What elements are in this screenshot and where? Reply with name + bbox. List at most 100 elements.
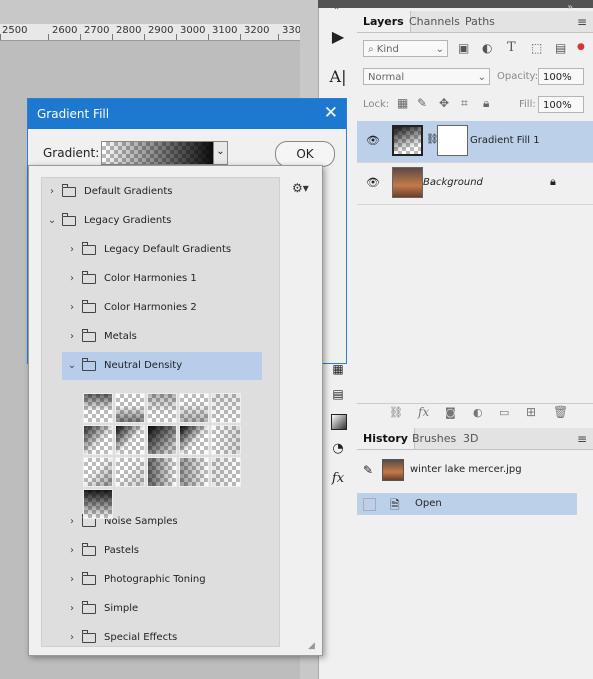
type-filter-icon[interactable]: T: [507, 40, 516, 55]
panel-menu-icon[interactable]: ≡: [577, 15, 587, 29]
fx-icon[interactable]: fx: [418, 405, 429, 419]
trash-icon[interactable]: 🗑︎: [553, 405, 568, 419]
lock-paint-icon[interactable]: ✎: [417, 96, 427, 110]
tree-item[interactable]: › Legacy Default Gradients: [62, 236, 262, 264]
tree-item[interactable]: › Default Gradients: [42, 178, 279, 206]
gradient-swatch[interactable]: [83, 489, 113, 519]
character-tool-icon[interactable]: A|: [327, 66, 349, 88]
blend-mode-select[interactable]: Normal ⌄: [363, 68, 490, 85]
chevron-right-icon[interactable]: ›: [67, 294, 77, 322]
fx-icon[interactable]: fx: [327, 468, 349, 490]
chevron-right-icon[interactable]: ›: [67, 537, 77, 565]
gradient-swatch[interactable]: [83, 425, 113, 455]
gradient-swatch-icon[interactable]: [327, 410, 349, 432]
chevron-down-icon[interactable]: ⌄: [47, 207, 57, 235]
tree-item[interactable]: › Color Harmonies 1: [62, 265, 262, 293]
history-snapshot[interactable]: ✎ winter lake mercer.jpg: [357, 451, 593, 491]
gradient-swatch[interactable]: [115, 425, 145, 455]
eye-icon[interactable]: 👁︎: [366, 134, 380, 147]
gradient-swatch[interactable]: [147, 393, 177, 423]
layer-name[interactable]: Gradient Fill 1: [470, 135, 540, 146]
tab-brushes[interactable]: Brushes: [406, 428, 462, 449]
mask-icon[interactable]: ◙: [445, 406, 456, 419]
tab-3d[interactable]: 3D: [457, 428, 484, 449]
gradient-swatch[interactable]: [115, 457, 145, 487]
tab-channels[interactable]: Channels: [403, 11, 466, 32]
panel-menu-icon[interactable]: ≡: [577, 432, 587, 446]
tree-item[interactable]: › Photographic Toning: [62, 566, 262, 594]
gradient-swatch[interactable]: [147, 425, 177, 455]
new-layer-icon[interactable]: ⊞: [526, 405, 536, 419]
tree-item[interactable]: › Special Effects: [62, 624, 262, 646]
gradient-swatch[interactable]: [211, 393, 241, 423]
chevron-right-icon[interactable]: ›: [67, 566, 77, 594]
adjustment-icon[interactable]: ◐: [473, 406, 483, 419]
gradient-layer-thumbnail[interactable]: [392, 125, 423, 156]
tree-item[interactable]: › Color Harmonies 2: [62, 294, 262, 322]
chevron-down-icon: ⌄: [435, 44, 444, 55]
gradient-swatch[interactable]: [115, 393, 145, 423]
gradient-swatch[interactable]: [83, 457, 113, 487]
fill-field[interactable]: 100%: [538, 96, 584, 113]
layer-mask-thumbnail[interactable]: [437, 125, 468, 156]
tree-item-label: Photographic Toning: [104, 574, 206, 585]
gradient-dropdown-button[interactable]: ⌄: [213, 141, 228, 165]
tree-item[interactable]: › Metals: [62, 323, 262, 351]
adjustment-filter-icon[interactable]: ◐: [482, 41, 492, 55]
shape-filter-icon[interactable]: ⬚: [531, 41, 542, 55]
lock-all-icon[interactable]: 🔒︎: [483, 96, 489, 111]
history-step-open[interactable]: 🗎︎ Open: [357, 493, 577, 515]
table-icon[interactable]: ▤: [327, 383, 349, 405]
chevron-right-icon[interactable]: ›: [47, 178, 57, 206]
gradient-swatch[interactable]: [83, 393, 113, 423]
chevron-right-icon[interactable]: ›: [67, 236, 77, 264]
history-brush-icon[interactable]: ✎: [363, 463, 373, 477]
filter-toggle-icon[interactable]: ●: [577, 42, 585, 52]
source-checkbox[interactable]: [363, 498, 376, 511]
tree-item[interactable]: › Simple: [62, 595, 262, 623]
background-layer-thumbnail[interactable]: [392, 167, 423, 198]
eye-icon[interactable]: 👁︎: [366, 176, 380, 189]
play-icon[interactable]: ▶: [327, 26, 349, 48]
gradient-swatch[interactable]: [211, 425, 241, 455]
gear-icon[interactable]: ⚙︎▾: [292, 181, 309, 195]
image-filter-icon[interactable]: ▣: [458, 41, 469, 55]
gradient-swatch[interactable]: [147, 457, 177, 487]
chevron-right-icon[interactable]: ›: [67, 595, 77, 623]
layer-name[interactable]: Background: [423, 177, 483, 188]
gradient-preview[interactable]: [101, 141, 214, 165]
close-icon[interactable]: ✕: [324, 103, 338, 123]
gradient-swatch[interactable]: [179, 425, 209, 455]
lock-position-icon[interactable]: ✥: [439, 96, 449, 110]
kind-filter-select[interactable]: ⌕ Kind ⌄: [363, 40, 448, 57]
ok-button[interactable]: OK: [275, 141, 335, 167]
tree-item[interactable]: ⌄ Neutral Density: [62, 352, 262, 380]
tree-item[interactable]: › Pastels: [62, 537, 262, 565]
lock-transparent-icon[interactable]: ▦: [397, 96, 408, 110]
link-icon[interactable]: ⛓︎: [389, 406, 403, 419]
dialog-title-bar[interactable]: Gradient Fill: [28, 99, 346, 129]
vertical-scrollbar[interactable]: ▴ ▾: [279, 178, 280, 646]
tree-item[interactable]: ⌄ Legacy Gradients: [42, 207, 279, 235]
ruler-label: 2600: [52, 25, 78, 36]
tab-paths[interactable]: Paths: [459, 11, 501, 32]
resize-grip-icon[interactable]: ◢: [308, 641, 315, 651]
chevron-right-icon[interactable]: ›: [67, 508, 77, 536]
layer-row-gradient-fill[interactable]: 👁︎ ⛓︎ Gradient Fill 1: [357, 121, 593, 163]
gradient-swatch[interactable]: [211, 457, 241, 487]
chevron-right-icon[interactable]: ›: [67, 624, 77, 646]
lock-icon[interactable]: 🔒︎: [550, 175, 556, 189]
opacity-field[interactable]: 100%: [538, 68, 584, 85]
artboard-icon[interactable]: ⌗: [461, 96, 468, 111]
history-brush-icon[interactable]: ◔: [327, 438, 349, 460]
gradient-swatch[interactable]: [179, 457, 209, 487]
chevron-right-icon[interactable]: ›: [67, 323, 77, 351]
layer-row-background[interactable]: 👁︎ Background 🔒︎: [357, 163, 593, 205]
smart-object-filter-icon[interactable]: ▤: [555, 41, 566, 55]
folder-icon: [82, 300, 96, 313]
gradient-swatch[interactable]: [179, 393, 209, 423]
chevron-right-icon[interactable]: ›: [67, 265, 77, 293]
chevron-down-icon[interactable]: ⌄: [67, 352, 77, 380]
folder-icon[interactable]: ▭: [499, 406, 509, 419]
collapse-arrows-icon[interactable]: «: [333, 2, 339, 13]
